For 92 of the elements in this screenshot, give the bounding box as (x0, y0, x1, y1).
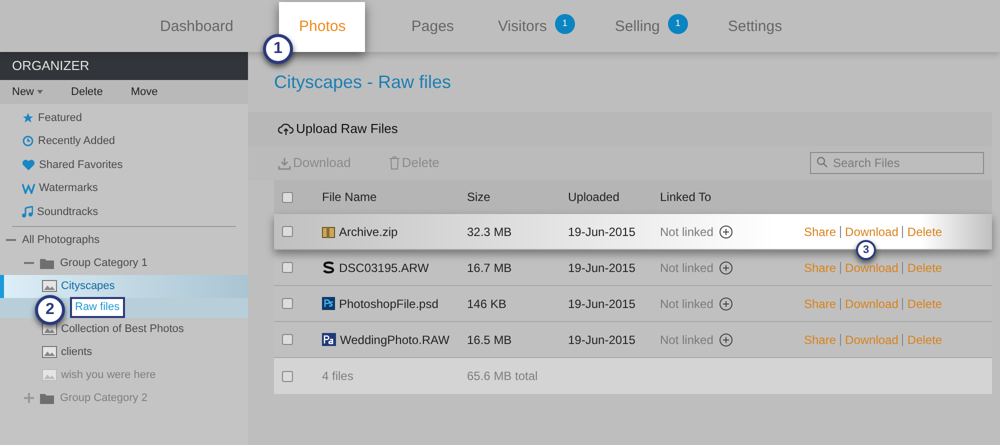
heart-icon (22, 158, 35, 171)
row-checkbox[interactable] (282, 226, 293, 237)
pa-file-icon (322, 333, 336, 346)
column-header: Size (467, 189, 492, 206)
size-cell-text: 32.3 MB (467, 224, 513, 240)
tree-row[interactable]: clients (0, 340, 248, 364)
file-count: 4 files (322, 368, 354, 385)
clock-icon (22, 135, 34, 148)
row-action-link[interactable]: Download (840, 334, 902, 346)
total-size: 65.6 MB total (467, 368, 538, 385)
download-icon (278, 156, 291, 170)
ps-file-icon (322, 297, 335, 310)
row-checkbox[interactable] (282, 192, 293, 202)
file-name-cell-text: PhotoshopFile.psd (339, 296, 438, 312)
sidebar-header: ORGANIZER (0, 52, 248, 80)
date-cell-text: 19-Jun-2015 (568, 260, 636, 276)
sidebar-link[interactable]: Featured (38, 110, 82, 126)
link-status-cell-text: Not linked (660, 296, 714, 312)
row-checkbox[interactable] (282, 298, 293, 309)
tree-item[interactable]: Group Category 1 (60, 254, 148, 272)
row-action-link[interactable]: Download (840, 298, 902, 310)
search-icon (816, 156, 828, 168)
file-name-cell-text: Archive.zip (339, 224, 398, 240)
folder-icon (40, 392, 54, 404)
sidebar-action-button[interactable]: New (12, 84, 52, 100)
sidebar-action-button[interactable]: Move (130, 84, 166, 100)
row-action-link[interactable]: Download (840, 262, 902, 274)
link-status-cell-text: Not linked (660, 332, 714, 348)
row-checkbox[interactable] (282, 370, 293, 382)
row-action-link[interactable]: Delete (902, 262, 946, 274)
image-icon (42, 346, 57, 358)
row-action-link[interactable]: Delete (902, 298, 946, 310)
date-cell-text: 19-Jun-2015 (568, 332, 636, 348)
expand-icon[interactable] (24, 393, 34, 403)
sidebar-link[interactable]: Shared Favorites (39, 156, 123, 173)
row-action-link[interactable]: Delete (902, 226, 946, 238)
cloud-upload-icon (278, 122, 294, 136)
image-icon (42, 280, 57, 292)
row-action-link[interactable]: Share (800, 298, 840, 310)
link-status-cell-text: Not linked (660, 224, 714, 240)
music-note-icon (22, 206, 33, 218)
file-name-cell-text: DSC03195.ARW (339, 260, 429, 276)
sidebar-link[interactable]: Soundtracks (37, 204, 98, 220)
nav-tab[interactable]: Dashboard (138, 2, 256, 52)
add-circle-icon[interactable] (719, 332, 734, 346)
count-badge: 1 (554, 14, 575, 34)
s-logo-icon (322, 261, 335, 274)
link-status-cell-text: Not linked (660, 260, 714, 276)
sidebar-link[interactable]: Watermarks (39, 180, 98, 196)
nav-tab[interactable]: Settings (706, 2, 804, 52)
sidebar-link[interactable]: Recently Added (38, 133, 116, 150)
nav-tab[interactable]: Pages (389, 2, 476, 52)
date-cell-text: 19-Jun-2015 (568, 296, 636, 312)
add-circle-icon[interactable] (719, 260, 734, 274)
size-cell-text: 16.7 MB (467, 260, 513, 276)
archive-icon (322, 226, 335, 238)
step-number-badge: 1 (263, 34, 293, 64)
row-action-link[interactable]: Delete (902, 334, 946, 346)
tree-item[interactable]: All Photographs (22, 232, 100, 248)
add-circle-icon[interactable] (719, 296, 734, 310)
folder-icon (40, 258, 54, 268)
column-header: File Name (322, 189, 378, 206)
column-header: Uploaded (568, 189, 620, 206)
column-header: Linked To (660, 189, 712, 206)
trash-icon (388, 156, 400, 170)
page-title: Cityscapes - Raw files (274, 70, 452, 94)
file-name-cell-text: WeddingPhoto.RAW (340, 332, 450, 348)
nav-tab[interactable]: Selling 1 (592, 2, 706, 52)
row-action-link[interactable]: Share (800, 226, 840, 238)
nav-tab[interactable]: Visitors 1 (476, 2, 593, 52)
size-cell-text: 16.5 MB (467, 332, 513, 348)
image-icon (42, 369, 57, 381)
w-letter-icon (22, 182, 35, 194)
image-icon (42, 323, 57, 335)
tree-item[interactable]: Raw files (70, 297, 125, 318)
row-action-link[interactable]: Share (800, 334, 840, 346)
tree-row[interactable]: wish you were here (0, 364, 248, 386)
row-action-link[interactable]: Share (800, 262, 840, 274)
caret-icon (37, 90, 44, 94)
selected-tree-row[interactable]: Cityscapes (0, 274, 248, 298)
upload-button[interactable]: Upload Raw Files (278, 119, 398, 139)
add-circle-icon[interactable] (719, 224, 734, 238)
row-checkbox[interactable] (282, 262, 293, 273)
tree-item[interactable]: Group Category 2 (60, 390, 148, 406)
size-cell-text: 146 KB (467, 296, 508, 312)
row-action-link[interactable]: Download (840, 226, 902, 238)
date-cell-text: 19-Jun-2015 (568, 224, 636, 240)
search-field[interactable]: Search Files (810, 152, 984, 174)
star-icon (22, 112, 34, 124)
sidebar-action-button[interactable]: Delete (71, 84, 111, 100)
count-badge: 1 (668, 14, 688, 34)
row-checkbox[interactable] (282, 334, 293, 345)
